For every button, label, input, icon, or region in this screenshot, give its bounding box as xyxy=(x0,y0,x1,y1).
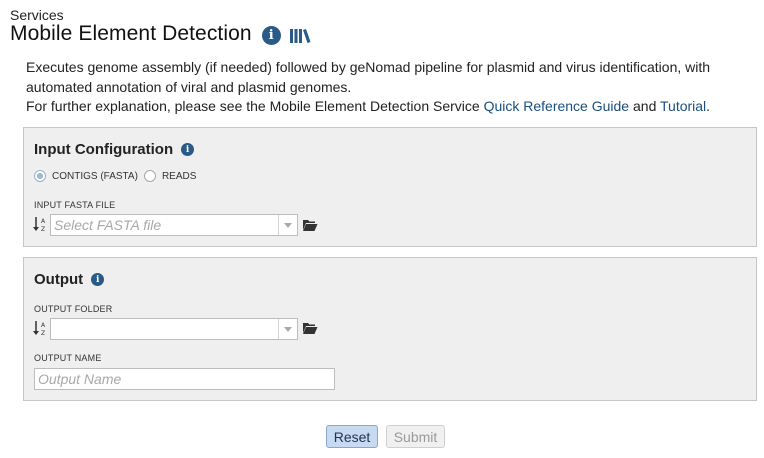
dropdown-arrow-icon[interactable] xyxy=(278,319,297,339)
library-books-icon[interactable] xyxy=(289,27,311,44)
breadcrumb[interactable]: Services xyxy=(10,7,64,23)
output-title-text: Output xyxy=(34,271,84,288)
input-type-radio-group: CONTIGS (FASTA) READS xyxy=(34,170,202,182)
output-name-label: OUTPUT NAME xyxy=(34,353,102,363)
description-line-2: For further explanation, please see the … xyxy=(26,97,746,117)
output-panel: Output i OUTPUT FOLDER A Z OUTPUT NAME O… xyxy=(23,257,757,401)
input-fasta-select[interactable]: Select FASTA file xyxy=(50,214,298,236)
folder-open-icon[interactable] xyxy=(302,218,318,232)
reset-button[interactable]: Reset xyxy=(326,425,378,448)
radio-contigs[interactable] xyxy=(34,170,46,182)
svg-text:A: A xyxy=(41,218,46,225)
description-line-1: Executes genome assembly (if needed) fol… xyxy=(26,59,711,95)
input-configuration-title-text: Input Configuration xyxy=(34,141,174,158)
output-title: Output i xyxy=(34,271,105,288)
svg-text:Z: Z xyxy=(41,330,45,336)
service-description: Executes genome assembly (if needed) fol… xyxy=(26,58,746,117)
svg-text:Z: Z xyxy=(41,226,45,232)
page-header: Mobile Element Detection i xyxy=(10,22,311,46)
tutorial-link[interactable]: Tutorial xyxy=(660,98,706,114)
input-configuration-title: Input Configuration i xyxy=(34,141,195,158)
output-name-input[interactable]: Output Name xyxy=(34,368,335,390)
submit-button[interactable]: Submit xyxy=(386,425,445,448)
sort-alpha-icon[interactable]: A Z xyxy=(33,320,47,336)
output-folder-label: OUTPUT FOLDER xyxy=(34,304,113,314)
radio-contigs-label[interactable]: CONTIGS (FASTA) xyxy=(52,171,138,182)
description-period: . xyxy=(706,98,711,114)
description-and: and xyxy=(629,98,660,114)
sort-alpha-icon[interactable]: A Z xyxy=(33,216,47,232)
input-fasta-label: INPUT FASTA FILE xyxy=(34,200,116,210)
info-icon[interactable]: i xyxy=(181,143,195,156)
input-configuration-panel: Input Configuration i CONTIGS (FASTA) RE… xyxy=(23,127,757,247)
input-fasta-placeholder: Select FASTA file xyxy=(54,217,162,233)
svg-text:A: A xyxy=(41,322,46,329)
dropdown-arrow-icon[interactable] xyxy=(278,215,297,235)
info-icon[interactable]: i xyxy=(261,25,281,45)
quick-reference-link[interactable]: Quick Reference Guide xyxy=(484,98,630,114)
radio-reads-label[interactable]: READS xyxy=(162,171,196,182)
page-title: Mobile Element Detection xyxy=(10,22,252,45)
folder-open-icon[interactable] xyxy=(302,321,318,335)
radio-reads[interactable] xyxy=(143,170,156,182)
output-folder-select[interactable] xyxy=(50,318,298,340)
output-name-placeholder: Output Name xyxy=(38,371,122,387)
info-icon[interactable]: i xyxy=(91,273,105,286)
description-prefix: For further explanation, please see the … xyxy=(26,98,484,114)
